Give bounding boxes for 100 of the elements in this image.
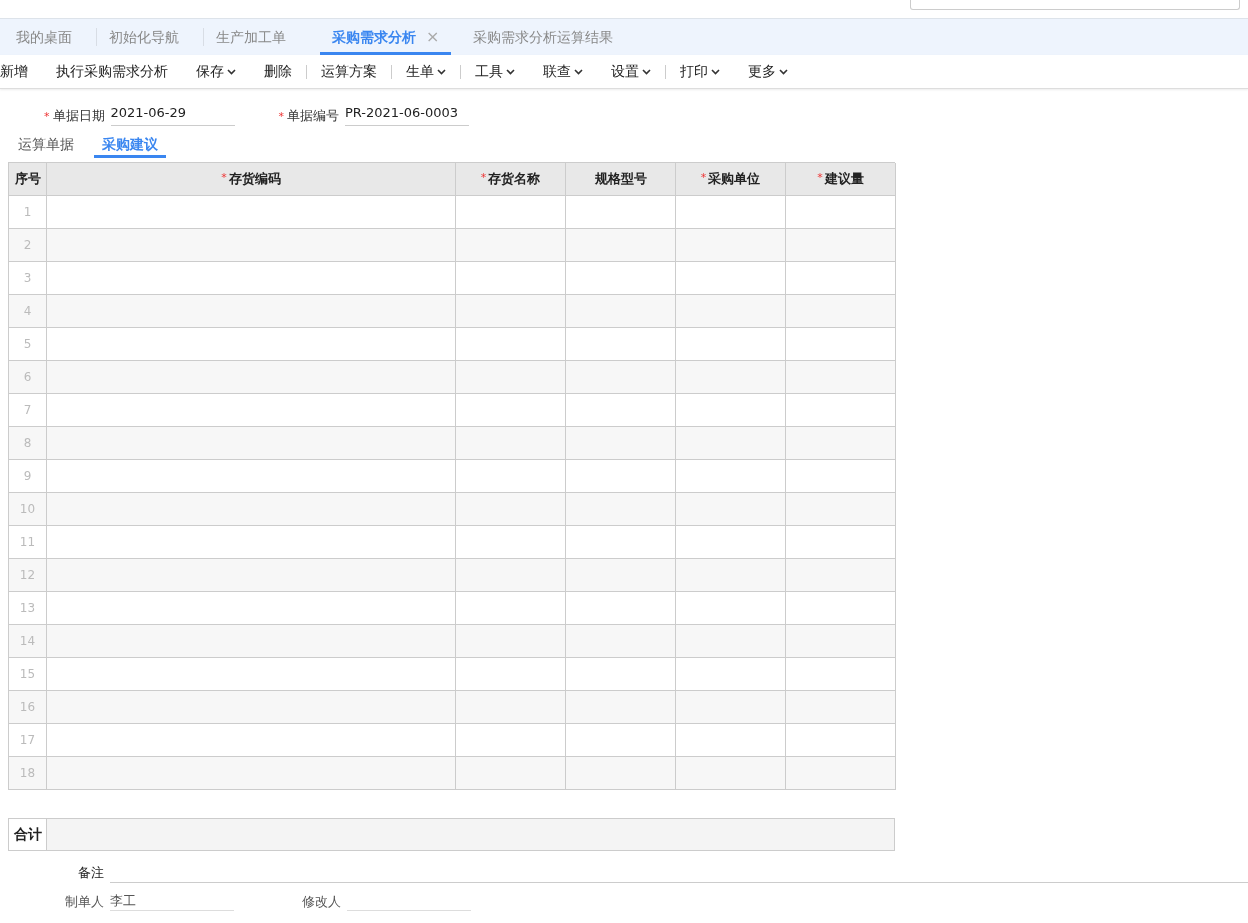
table-cell[interactable] [47,294,456,328]
table-cell[interactable] [676,558,786,592]
table-cell[interactable] [786,657,896,691]
table-cell[interactable] [786,327,896,361]
table-cell[interactable] [456,261,566,295]
table-cell[interactable] [566,327,676,361]
toolbar-button[interactable]: 运算方案 [321,61,377,82]
table-cell[interactable] [456,756,566,790]
table-cell[interactable] [786,261,896,295]
table-cell[interactable] [786,294,896,328]
table-cell[interactable] [676,294,786,328]
table-cell[interactable] [676,261,786,295]
table-cell[interactable] [566,492,676,526]
table-cell[interactable] [676,723,786,757]
table-cell[interactable] [566,525,676,559]
table-cell[interactable] [786,624,896,658]
table-cell[interactable] [676,360,786,394]
table-cell[interactable] [566,261,676,295]
table-cell[interactable] [456,624,566,658]
table-cell[interactable] [47,492,456,526]
table-cell[interactable] [456,558,566,592]
table-cell[interactable] [676,525,786,559]
table-cell[interactable] [786,393,896,427]
table-cell[interactable] [676,426,786,460]
table-cell[interactable] [566,558,676,592]
toolbar-button[interactable]: 新增 [0,61,28,82]
sub-tab[interactable]: 采购建议 [94,131,166,158]
table-cell[interactable] [456,459,566,493]
input-field[interactable]: 李工 [110,890,234,911]
table-cell[interactable] [456,690,566,724]
table-cell[interactable] [456,525,566,559]
table-cell[interactable] [456,657,566,691]
table-cell[interactable] [47,459,456,493]
toolbar-button[interactable]: 打印 [680,61,720,82]
toolbar-button[interactable]: 删除 [264,61,292,82]
table-cell[interactable] [786,723,896,757]
table-cell[interactable] [566,294,676,328]
table-cell[interactable] [456,228,566,262]
table-cell[interactable] [566,624,676,658]
table-cell[interactable] [786,459,896,493]
table-cell[interactable] [47,360,456,394]
table-cell[interactable] [47,756,456,790]
table-cell[interactable] [47,393,456,427]
table-cell[interactable] [47,558,456,592]
table-cell[interactable] [456,426,566,460]
toolbar-button[interactable]: 更多 [748,61,788,82]
toolbar-button[interactable]: 执行采购需求分析 [56,61,168,82]
table-cell[interactable] [676,690,786,724]
table-cell[interactable] [566,459,676,493]
input-field[interactable]: PR-2021-06-0003 [345,103,469,126]
table-cell[interactable] [566,393,676,427]
table-cell[interactable] [456,327,566,361]
table-cell[interactable] [786,558,896,592]
table-cell[interactable] [786,690,896,724]
table-cell[interactable] [47,228,456,262]
input-field[interactable]: 2021-06-29 [110,103,235,126]
table-cell[interactable] [456,591,566,625]
toolbar-button[interactable]: 设置 [611,61,651,82]
table-cell[interactable] [786,756,896,790]
table-cell[interactable] [456,492,566,526]
table-cell[interactable] [566,360,676,394]
table-cell[interactable] [676,195,786,229]
table-cell[interactable] [676,393,786,427]
toolbar-button[interactable]: 工具 [475,61,515,82]
table-cell[interactable] [47,261,456,295]
table-cell[interactable] [47,327,456,361]
table-cell[interactable] [676,591,786,625]
table-cell[interactable] [566,756,676,790]
table-cell[interactable] [47,657,456,691]
table-cell[interactable] [676,459,786,493]
table-cell[interactable] [566,723,676,757]
table-cell[interactable] [786,360,896,394]
table-cell[interactable] [676,492,786,526]
sub-tab[interactable]: 运算单据 [10,131,82,158]
table-cell[interactable] [566,228,676,262]
table-cell[interactable] [566,591,676,625]
toolbar-button[interactable]: 保存 [196,61,236,82]
table-cell[interactable] [47,525,456,559]
table-cell[interactable] [676,327,786,361]
table-cell[interactable] [786,525,896,559]
table-cell[interactable] [786,195,896,229]
table-cell[interactable] [786,228,896,262]
table-cell[interactable] [456,360,566,394]
table-cell[interactable] [47,723,456,757]
table-cell[interactable] [786,426,896,460]
table-cell[interactable] [566,426,676,460]
table-cell[interactable] [676,228,786,262]
table-cell[interactable] [566,690,676,724]
table-cell[interactable] [676,624,786,658]
table-cell[interactable] [456,393,566,427]
table-cell[interactable] [676,756,786,790]
table-cell[interactable] [566,195,676,229]
table-cell[interactable] [47,591,456,625]
table-cell[interactable] [456,195,566,229]
table-cell[interactable] [786,492,896,526]
table-cell[interactable] [47,195,456,229]
table-cell[interactable] [47,426,456,460]
toolbar-button[interactable]: 生单 [406,61,446,82]
search-field[interactable] [910,0,1240,10]
toolbar-button[interactable]: 联查 [543,61,583,82]
